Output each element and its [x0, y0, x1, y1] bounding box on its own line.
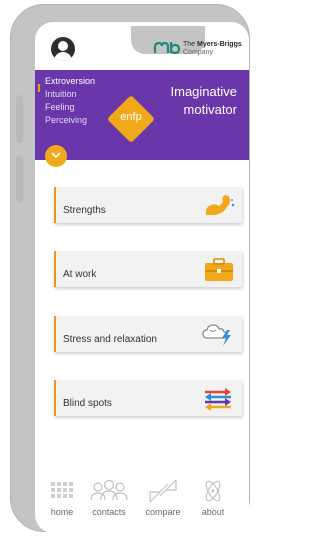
type-banner: Extroversion Intuition Feeling Perceivin…	[35, 70, 249, 160]
banner-accent	[38, 84, 40, 92]
grid-icon	[51, 482, 73, 498]
card-label: Blind spots	[63, 398, 112, 409]
at-work-card[interactable]: At work	[54, 251, 242, 287]
nav-compare[interactable]: compare	[139, 478, 187, 517]
trait-extroversion: Extroversion	[45, 76, 96, 86]
expand-button[interactable]	[45, 145, 67, 167]
mb-logo-icon	[153, 41, 181, 55]
blind-spots-card[interactable]: Blind spots	[54, 380, 242, 416]
crossing-arrows-icon	[205, 388, 231, 411]
volume-button	[16, 95, 23, 143]
trait-perceiving: Perceiving	[45, 115, 88, 125]
app-screen: The Myers-Briggs Company Extroversion In…	[35, 22, 249, 533]
nav-about[interactable]: about	[195, 478, 231, 517]
brand-logo: The Myers-Briggs Company	[153, 39, 245, 61]
trait-list: Extroversion Intuition Feeling Perceivin…	[45, 75, 95, 127]
trait-intuition: Intuition	[45, 89, 77, 99]
briefcase-icon	[205, 258, 233, 281]
nav-contacts-label: contacts	[92, 507, 126, 517]
bottom-navigation: home contacts compare about	[35, 478, 249, 530]
nav-about-label: about	[201, 507, 225, 517]
strengths-card[interactable]: Strengths	[54, 187, 242, 223]
card-label: At work	[63, 269, 97, 280]
brand-subtitle: Company	[183, 49, 213, 56]
nav-home[interactable]: home	[43, 478, 81, 517]
type-title: Imaginative motivator	[170, 84, 237, 117]
compare-arrows-icon	[149, 479, 177, 503]
avatar-icon[interactable]	[51, 37, 75, 61]
brand-name: The Myers-Briggs	[183, 41, 242, 48]
power-button	[16, 155, 23, 203]
atom-icon	[205, 480, 221, 502]
flexed-arm-icon	[205, 195, 235, 215]
card-label: Stress and relaxation	[63, 334, 157, 345]
people-icon	[90, 479, 128, 501]
top-bar: The Myers-Briggs Company	[35, 22, 249, 66]
chevron-down-icon	[51, 152, 61, 159]
trait-feeling: Feeling	[45, 102, 75, 112]
card-label: Strengths	[63, 205, 106, 216]
stress-and-relaxation-card[interactable]: Stress and relaxation	[54, 316, 242, 352]
nav-contacts[interactable]: contacts	[85, 478, 133, 517]
nav-home-label: home	[50, 507, 74, 517]
phone-frame: The Myers-Briggs Company Extroversion In…	[10, 4, 250, 533]
storm-cloud-icon	[202, 324, 231, 346]
nav-compare-label: compare	[145, 507, 181, 517]
